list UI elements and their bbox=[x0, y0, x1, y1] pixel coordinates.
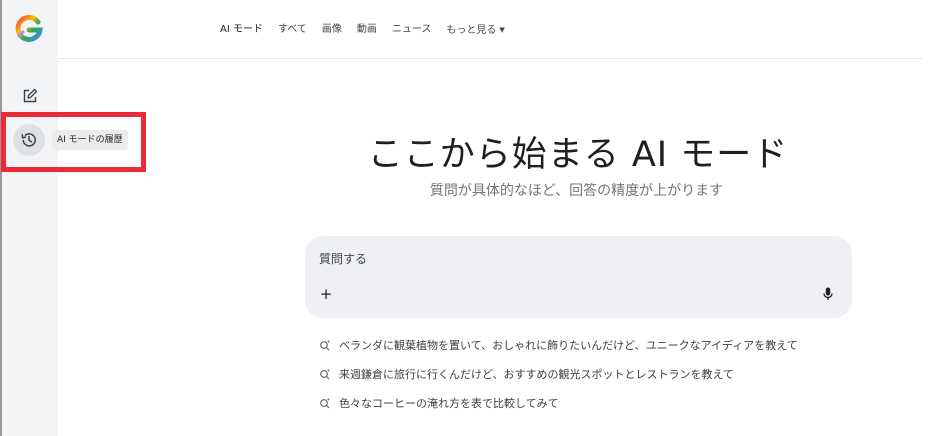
tab-ai-mode[interactable]: AI モード bbox=[220, 22, 263, 38]
suggestion-item[interactable]: 来週鎌倉に旅行に行くんだけど、おすすめの観光スポットとレストランを教えて bbox=[318, 365, 798, 382]
new-chat-button[interactable] bbox=[18, 84, 42, 108]
page-subtitle: 質問が具体的なほど、回答の精度が上がります bbox=[429, 183, 724, 199]
add-attachment-button[interactable]: + bbox=[318, 286, 334, 302]
sidebar bbox=[2, 0, 58, 436]
page-title: ここから始まる AI モード bbox=[367, 135, 789, 175]
search-box: + bbox=[305, 236, 852, 318]
search-spark-icon bbox=[318, 396, 331, 409]
google-g-logo-icon[interactable] bbox=[13, 12, 45, 44]
tab-images[interactable]: 画像 bbox=[322, 22, 342, 38]
suggestion-text: ベランダに観葉植物を置いて、おしゃれに飾りたいんだけど、ユニークなアイディアを教… bbox=[339, 338, 798, 352]
suggestion-item[interactable]: 色々なコーヒーの淹れ方を表で比較してみて bbox=[318, 394, 798, 411]
search-spark-icon bbox=[318, 367, 331, 380]
voice-input-button[interactable] bbox=[820, 284, 836, 304]
tab-more[interactable]: もっと見る ▼ bbox=[446, 22, 504, 38]
suggestion-list: ベランダに観葉植物を置いて、おしゃれに飾りたいんだけど、ユニークなアイディアを教… bbox=[318, 336, 798, 423]
suggestion-text: 色々なコーヒーの淹れ方を表で比較してみて bbox=[339, 396, 559, 410]
tab-all[interactable]: すべて bbox=[278, 22, 307, 38]
chevron-down-icon: ▼ bbox=[499, 26, 505, 34]
tab-videos[interactable]: 動画 bbox=[357, 22, 377, 38]
tab-more-label: もっと見る bbox=[446, 25, 497, 36]
top-navigation: AI モード すべて 画像 動画 ニュース もっと見る ▼ bbox=[220, 22, 520, 38]
search-spark-icon bbox=[318, 338, 331, 351]
edit-square-icon bbox=[23, 88, 38, 103]
header-divider bbox=[58, 58, 922, 59]
suggestion-text: 来週鎌倉に旅行に行くんだけど、おすすめの観光スポットとレストランを教えて bbox=[339, 367, 734, 381]
microphone-icon bbox=[823, 287, 833, 300]
tab-news[interactable]: ニュース bbox=[392, 22, 432, 38]
search-input[interactable] bbox=[319, 250, 819, 268]
suggestion-item[interactable]: ベランダに観葉植物を置いて、おしゃれに飾りたいんだけど、ユニークなアイディアを教… bbox=[318, 336, 798, 353]
